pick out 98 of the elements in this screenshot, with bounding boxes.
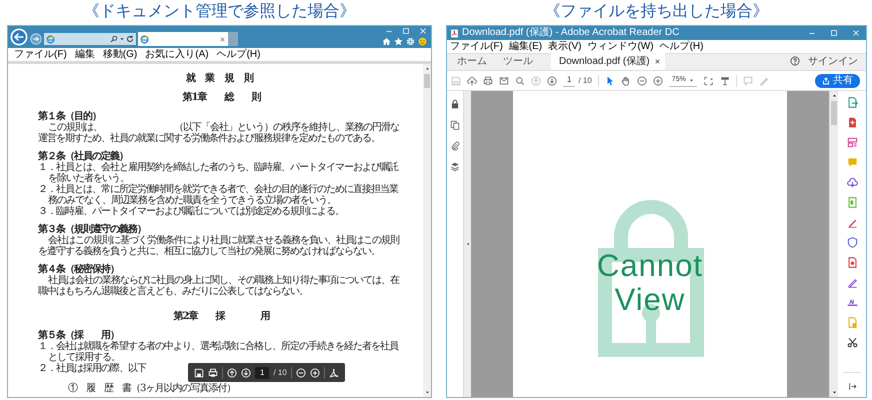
list-item: １．会社は就職を希望する者の中より、選考試験に合格し、所定の手続きを経た者を社員として採用する。 (38, 341, 400, 363)
home-icon[interactable] (382, 37, 391, 46)
address-field[interactable] (44, 33, 136, 45)
forward-button-icon[interactable] (30, 33, 42, 45)
pen-icon[interactable] (846, 217, 858, 228)
scissors-icon[interactable] (846, 337, 858, 348)
list-item: ① 履 歴 書（3ヶ月以内の写真添付） (67, 383, 236, 394)
page-down-icon[interactable] (547, 76, 557, 86)
collapse-pane-icon[interactable] (848, 382, 856, 391)
article-heading: 第４条（秘密保持） (38, 264, 120, 275)
list-item: ２．社員は採用の際、以下 (38, 363, 146, 374)
tab[interactable]: Download.pdf (保護) (551, 53, 665, 70)
article-heading: 第１条（目的） (38, 111, 102, 122)
caption: 《ドキュメント管理で参照した場合》 (82, 2, 356, 22)
print-icon[interactable] (483, 76, 493, 86)
up-arrow-icon (424, 66, 430, 71)
menu-item[interactable]: ヘルプ(H) (212, 48, 264, 60)
menu-item[interactable]: ヘルプ(H) (656, 40, 706, 52)
acrobat-logo-icon[interactable] (328, 368, 339, 378)
window-title: Download.pdf (保護) - Adobe Acrobat Reader DC (462, 27, 680, 39)
cursor-icon[interactable] (604, 76, 615, 86)
menu-item[interactable]: ファイル(F) (10, 48, 71, 60)
signature-icon[interactable] (846, 297, 858, 308)
settings-icon[interactable] (406, 37, 415, 46)
help-icon[interactable] (790, 56, 800, 66)
scrollbar-thumb[interactable] (424, 74, 430, 88)
zoom-out-icon[interactable] (636, 76, 647, 86)
chapter-title: 第1章 総 則 (182, 92, 262, 103)
print-icon[interactable] (208, 368, 218, 378)
document-arrow-icon[interactable] (846, 97, 858, 108)
menu-item[interactable]: 編集 (70, 48, 99, 60)
copy-icon[interactable] (450, 120, 460, 130)
sign-in-link[interactable]: サインイン (800, 53, 866, 70)
menu-item[interactable]: お気に入り(A) (141, 48, 213, 60)
menu-item[interactable]: 編集(E) (506, 40, 546, 52)
search-icon[interactable] (110, 35, 118, 43)
search-icon[interactable] (515, 76, 525, 86)
tab[interactable]: ツール (495, 53, 541, 70)
menu-item[interactable]: ファイル(F) (447, 40, 506, 52)
article-heading: 第２条（社員の定義） (38, 151, 128, 162)
chapter-title: 第2章 採 用 (172, 311, 271, 322)
layout-icon[interactable] (846, 137, 858, 148)
menu-item[interactable]: 移動(G) (98, 48, 142, 60)
tab[interactable]: ホーム (449, 53, 495, 70)
back-button-icon[interactable] (10, 28, 28, 46)
left-triangle-icon (466, 242, 470, 246)
page-count: / 10 (578, 74, 592, 86)
document-title: 就 業 規 則 (184, 73, 258, 84)
paragraph: この規則は、 （以下「会社」という）の秩序を維持し、業務の円滑な運営を期すため、社員の就業に関する労働条件および服務規律を定めたものである。 (38, 122, 400, 144)
pen-icon[interactable] (846, 277, 858, 288)
star-icon[interactable] (394, 37, 403, 46)
page-count: / 10 (273, 367, 287, 378)
smiley-icon[interactable] (418, 37, 427, 46)
list-item: １．社員とは、会社と雇用契約を締結した者のうち、臨時雇、パートタイマーおよび嘱託を除いた者をいう。 (38, 162, 400, 184)
share-button[interactable]: 共有 (815, 74, 860, 88)
caret-icon (688, 78, 694, 82)
overlay-text: Cannot (597, 249, 703, 283)
fit-page-icon[interactable] (702, 76, 714, 86)
cloud-upload-icon[interactable] (467, 76, 477, 86)
layers-icon[interactable] (450, 162, 460, 172)
refresh-icon[interactable] (126, 35, 134, 43)
mail-icon[interactable] (499, 76, 509, 86)
down-arrow-icon (832, 390, 836, 395)
scrollbar-thumb[interactable] (831, 101, 837, 125)
shield-icon[interactable] (846, 237, 858, 248)
article-heading: 第３条（規則遵守の義務） (38, 224, 147, 235)
document-icon[interactable] (846, 117, 858, 128)
down-arrow-icon (424, 390, 430, 395)
page-number-field[interactable]: 1 (563, 74, 576, 87)
up-arrow-icon (832, 93, 836, 98)
article-heading: 第５条（採 用） (38, 330, 119, 341)
marquee-icon[interactable] (720, 76, 730, 86)
cloud-icon[interactable] (846, 177, 858, 188)
hand-icon[interactable] (620, 76, 631, 86)
pdf-file-icon (450, 28, 459, 38)
paragraph: 会社はこの規則に基づく労働条件により社員に就業させる義務を負い、社員はこの規則を遵守する義務を負うと共に、相互に協力して当社の発展に努めなければならない。 (38, 235, 400, 257)
zoom-in-icon[interactable] (652, 76, 663, 86)
list-item: ３．臨時雇、パートタイマーおよび嘱託については別途定める規則による。 (38, 206, 344, 217)
lock-icon[interactable] (450, 99, 460, 109)
maximize-icon[interactable] (402, 27, 410, 35)
paperclip-icon[interactable] (450, 141, 460, 151)
scrollbar[interactable] (423, 64, 431, 397)
maximize-icon[interactable] (830, 29, 838, 37)
paragraph: 社員は会社の業務ならびに社員の身上に関し、その職務上知り得た事項については、在職中はもちろん退職後と言えども、みだりに公表してはならない。 (38, 275, 400, 297)
scrollbar[interactable] (829, 91, 838, 397)
browser-logo-icon (140, 34, 149, 44)
pane-collapse-handle[interactable] (464, 91, 471, 397)
menu-item[interactable]: ウィンドウ(W) (584, 40, 657, 52)
caret-icon[interactable] (119, 36, 125, 42)
document-icon[interactable] (846, 257, 858, 268)
page-number-field[interactable]: 1 (255, 366, 270, 378)
close-icon[interactable] (654, 58, 661, 65)
overlay-text: View (614, 283, 686, 317)
list-item: ２．社員とは、常に所定労働時間を就労できる者で、会社の目的遂行のために直接担当業務のみでなく、周辺業務を含めた職責を全うできうる立場の者をいう。 (38, 184, 400, 206)
browser-logo-icon (46, 34, 55, 44)
share-icon (822, 76, 830, 84)
menu-item[interactable]: 表示(V) (545, 40, 584, 52)
caption: 《ファイルを持ち出した場合》 (544, 2, 770, 22)
